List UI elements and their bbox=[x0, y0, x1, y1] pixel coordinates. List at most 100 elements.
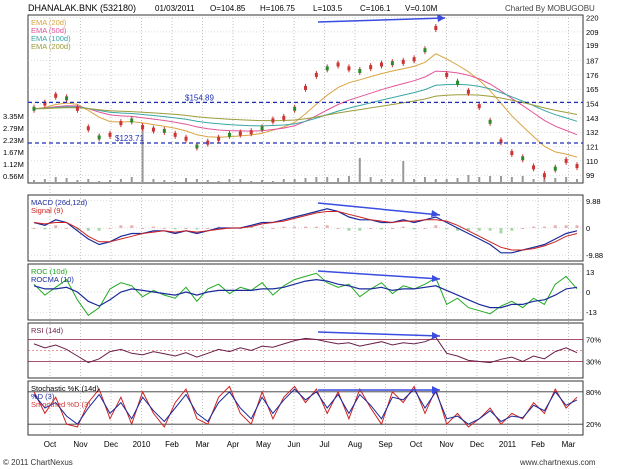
volume-bar bbox=[413, 179, 416, 183]
price-candle bbox=[238, 131, 242, 136]
x-tick-label: Nov bbox=[439, 440, 453, 449]
volume-bar bbox=[217, 181, 220, 183]
x-tick-label: Mar bbox=[196, 440, 210, 449]
price-candle bbox=[97, 135, 101, 140]
price-tick-label: 220 bbox=[586, 14, 599, 23]
price-candle bbox=[466, 89, 470, 94]
price-tick-label: 165 bbox=[586, 85, 599, 94]
price-candle bbox=[271, 118, 275, 123]
price-candle bbox=[390, 61, 394, 66]
price-candle bbox=[227, 132, 231, 137]
x-tick-label: Oct bbox=[410, 440, 423, 449]
price-candle bbox=[445, 72, 449, 77]
price-candle bbox=[162, 128, 166, 133]
price-tick-label: 132 bbox=[586, 128, 599, 137]
macd-histogram-bar bbox=[521, 228, 525, 229]
price-candle bbox=[358, 69, 362, 73]
volume-bar bbox=[521, 176, 524, 183]
macd-histogram-bar bbox=[184, 228, 188, 229]
price-candle bbox=[423, 48, 427, 53]
macd-histogram-bar bbox=[325, 225, 329, 228]
macd-histogram-bar bbox=[532, 226, 536, 228]
volume-tick-label: 0.56M bbox=[3, 172, 24, 181]
legend-entry: RSI (14d) bbox=[31, 326, 64, 335]
volume-bar bbox=[261, 180, 264, 183]
macd-histogram-bar bbox=[401, 226, 405, 228]
price-tick-label: 154 bbox=[586, 100, 599, 109]
volume-bar bbox=[326, 177, 329, 183]
macd-histogram-bar bbox=[390, 228, 394, 229]
volume-bar bbox=[76, 180, 79, 183]
volume-bar bbox=[315, 177, 318, 183]
macd-histogram-bar bbox=[369, 228, 373, 229]
header-high: H=106.75 bbox=[260, 4, 295, 13]
volume-bar bbox=[109, 180, 112, 183]
price-candle bbox=[553, 166, 557, 171]
stochastic-tick-label: 80% bbox=[586, 388, 601, 397]
x-tick-label: 2010 bbox=[133, 440, 151, 449]
support-label: $154.89 bbox=[185, 93, 214, 102]
price-candle bbox=[195, 144, 199, 149]
macd-histogram-bar bbox=[130, 225, 134, 228]
price-candle bbox=[521, 156, 525, 161]
price-candle bbox=[119, 121, 123, 126]
macd-histogram-bar bbox=[162, 228, 166, 229]
volume-bar bbox=[489, 176, 492, 183]
price-tick-label: 209 bbox=[586, 28, 599, 37]
volume-tick-label: 2.23M bbox=[3, 136, 24, 145]
volume-bar bbox=[304, 178, 307, 183]
price-candle bbox=[369, 65, 373, 70]
x-tick-label: May bbox=[256, 440, 271, 449]
header-open: O=104.85 bbox=[210, 4, 246, 13]
price-candle bbox=[65, 96, 69, 101]
macd-histogram-bar bbox=[65, 228, 69, 229]
volume-bar bbox=[195, 179, 198, 183]
macd-histogram-bar bbox=[380, 228, 384, 230]
volume-bar bbox=[206, 180, 209, 183]
macd-histogram-bar bbox=[282, 226, 286, 228]
macd-histogram-bar bbox=[434, 225, 438, 228]
volume-bar bbox=[33, 180, 35, 183]
macd-histogram-bar bbox=[97, 228, 101, 231]
volume-bar bbox=[98, 181, 101, 183]
volume-tick-label: 1.12M bbox=[3, 160, 24, 169]
volume-bar bbox=[434, 179, 437, 183]
macd-histogram-bar bbox=[108, 228, 112, 229]
volume-bar bbox=[174, 181, 177, 183]
volume-bar bbox=[499, 176, 502, 183]
macd-histogram-bar bbox=[488, 228, 492, 231]
roc-tick-label: 13 bbox=[586, 268, 594, 277]
macd-histogram-bar bbox=[293, 226, 297, 228]
macd-tick-label: -9.88 bbox=[586, 251, 603, 260]
header-low: L=103.5 bbox=[313, 4, 343, 13]
price-candle bbox=[488, 119, 492, 124]
price-candle bbox=[217, 136, 221, 141]
macd-histogram-bar bbox=[119, 225, 123, 228]
legend-entry: ROCMA (10) bbox=[31, 275, 74, 284]
price-tick-label: 176 bbox=[586, 71, 599, 80]
x-tick-label: Jul bbox=[319, 440, 329, 449]
x-tick-label: Dec bbox=[470, 440, 484, 449]
volume-bar bbox=[293, 179, 296, 183]
volume-bar bbox=[228, 179, 231, 183]
symbol-title: DHANALAK.BNK (532180) bbox=[28, 3, 136, 13]
macd-histogram-bar bbox=[358, 228, 362, 231]
x-tick-label: Nov bbox=[73, 440, 87, 449]
volume-bar bbox=[163, 180, 166, 183]
price-candle bbox=[477, 104, 481, 109]
volume-bar bbox=[347, 176, 350, 183]
macd-histogram-bar bbox=[304, 226, 307, 228]
price-candle bbox=[304, 85, 307, 90]
volume-bar bbox=[391, 179, 394, 183]
x-tick-label: Dec bbox=[104, 440, 118, 449]
macd-tick-label: 9.88 bbox=[586, 197, 601, 206]
x-tick-label: Mar bbox=[562, 440, 576, 449]
volume-bar bbox=[369, 177, 372, 183]
macd-histogram-bar bbox=[499, 228, 503, 234]
volume-bar bbox=[358, 158, 361, 183]
x-tick-label: Feb bbox=[165, 440, 179, 449]
rsi-tick-label: 70% bbox=[586, 336, 601, 345]
price-candle bbox=[293, 106, 297, 111]
header-close: C=106.1 bbox=[360, 4, 391, 13]
volume-tick-label: 2.79M bbox=[3, 124, 24, 133]
